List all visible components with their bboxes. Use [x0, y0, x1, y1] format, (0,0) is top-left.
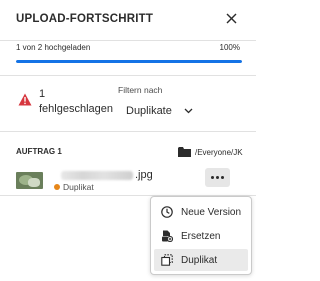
filter-divider: [0, 131, 256, 132]
file-extension: .jpg: [135, 169, 153, 181]
more-icon-dot: [216, 176, 219, 179]
chevron-down-icon: [184, 108, 193, 114]
upload-progress-fill: [16, 60, 242, 63]
menu-item-label: Neue Version: [181, 206, 242, 218]
alert-icon: [18, 93, 32, 106]
menu-item-replace[interactable]: Ersetzen: [154, 225, 248, 247]
redacted-filename: [61, 170, 133, 180]
upload-progress-text: 1 von 2 hochgeladen: [16, 43, 91, 52]
filter-selected-value: Duplikate: [126, 105, 172, 117]
menu-item-duplicate[interactable]: Duplikat: [154, 249, 248, 271]
replace-icon: [162, 230, 173, 242]
file-name: .jpg: [61, 169, 153, 181]
clock-icon: [161, 206, 173, 218]
upload-progress-percent: 100%: [219, 43, 240, 52]
menu-item-label: Ersetzen: [181, 230, 221, 242]
job-folder-path[interactable]: /Everyone/JK: [195, 148, 243, 157]
more-icon-dot: [221, 176, 224, 179]
more-actions-button[interactable]: [205, 168, 230, 187]
filter-dropdown[interactable]: Duplikate: [126, 103, 193, 119]
file-status: Duplikat: [63, 182, 94, 192]
menu-item-new-version[interactable]: Neue Version: [154, 201, 248, 223]
file-thumbnail: [16, 172, 43, 189]
close-icon[interactable]: [226, 13, 237, 24]
panel-header: UPLOAD-FORTSCHRITT: [0, 0, 256, 40]
progress-divider: [0, 75, 256, 76]
job-label: AUFTRAG 1: [16, 147, 62, 156]
panel-title: UPLOAD-FORTSCHRITT: [16, 13, 154, 25]
filter-label: Filtern nach: [118, 85, 163, 95]
folder-icon: [178, 147, 191, 157]
header-divider: [0, 40, 256, 41]
more-icon: [211, 176, 214, 179]
upload-progress-bar: [16, 60, 242, 63]
actions-menu: Neue Version Ersetzen Duplikat: [150, 196, 252, 275]
status-dot-icon: [54, 184, 60, 190]
failed-count: 1: [39, 88, 46, 100]
duplicate-icon: [161, 254, 173, 266]
failed-label: fehlgeschlagen: [39, 103, 114, 115]
menu-item-label: Duplikat: [181, 254, 218, 266]
